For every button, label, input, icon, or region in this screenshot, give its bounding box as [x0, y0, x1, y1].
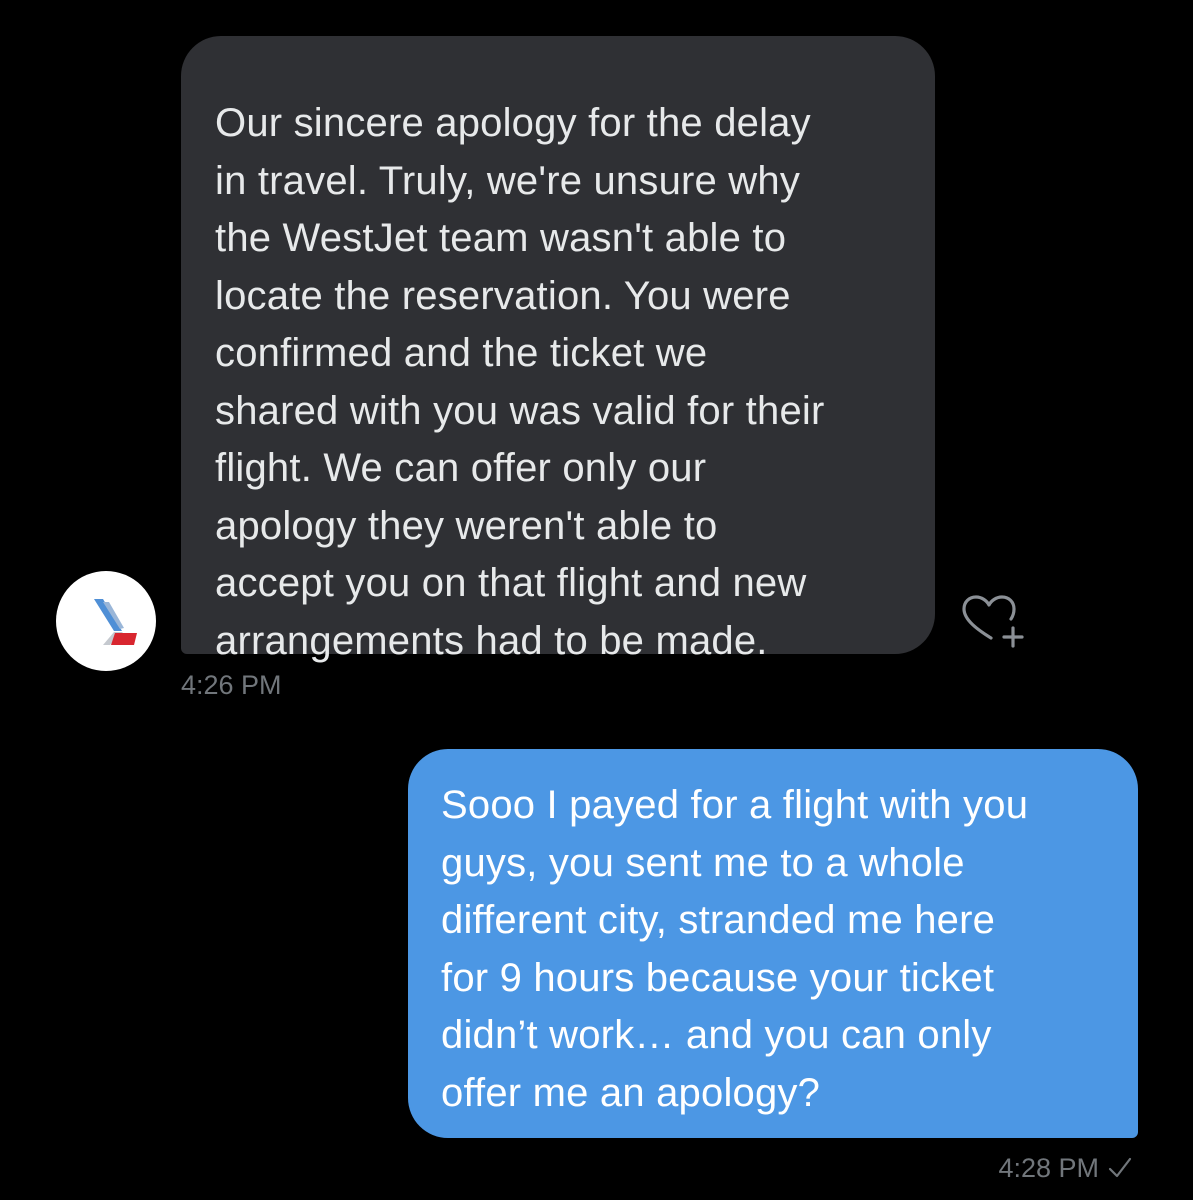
message-line: shared with you was valid for their	[215, 388, 825, 433]
message-line: arrangements had to be made.	[215, 618, 768, 663]
american-airlines-logo-icon	[94, 599, 137, 645]
message-line: apology they weren't able to	[215, 503, 718, 548]
message-line: Sooo I payed for a flight with you	[441, 783, 1029, 827]
outgoing-timestamp: 4:28 PM	[998, 1153, 1099, 1183]
message-line: for 9 hours because your ticket	[441, 955, 995, 1000]
message-line: didn’t work… and you can only	[441, 1013, 992, 1057]
incoming-message-bubble[interactable]: Our sincere apology for the delay in tra…	[181, 36, 935, 663]
heart-plus-icon	[962, 595, 1024, 648]
message-line: flight. We can offer only our	[215, 446, 707, 490]
message-line: different city, stranded me here	[441, 898, 996, 942]
sender-avatar[interactable]	[56, 571, 156, 671]
message-line: guys, you sent me to a whole	[441, 840, 965, 885]
message-line: offer me an apology?	[441, 1070, 821, 1115]
checkmark-icon	[1108, 1157, 1132, 1178]
outgoing-message-bubble[interactable]: Sooo I payed for a flight with you guys,…	[408, 749, 1138, 1138]
add-reaction-button[interactable]	[958, 592, 1028, 654]
outgoing-meta: 4:28 PM	[998, 1152, 1133, 1184]
message-line: Our sincere apology for the delay	[215, 101, 811, 145]
message-line: accept you on that flight and new	[215, 561, 807, 605]
message-line: locate the reservation. You were	[215, 273, 791, 318]
message-line: confirmed and the ticket we	[215, 331, 708, 375]
message-line: the WestJet team wasn't able to	[215, 216, 787, 260]
message-line: in travel. Truly, we're unsure why	[215, 158, 801, 203]
incoming-timestamp: 4:26 PM	[181, 670, 282, 700]
